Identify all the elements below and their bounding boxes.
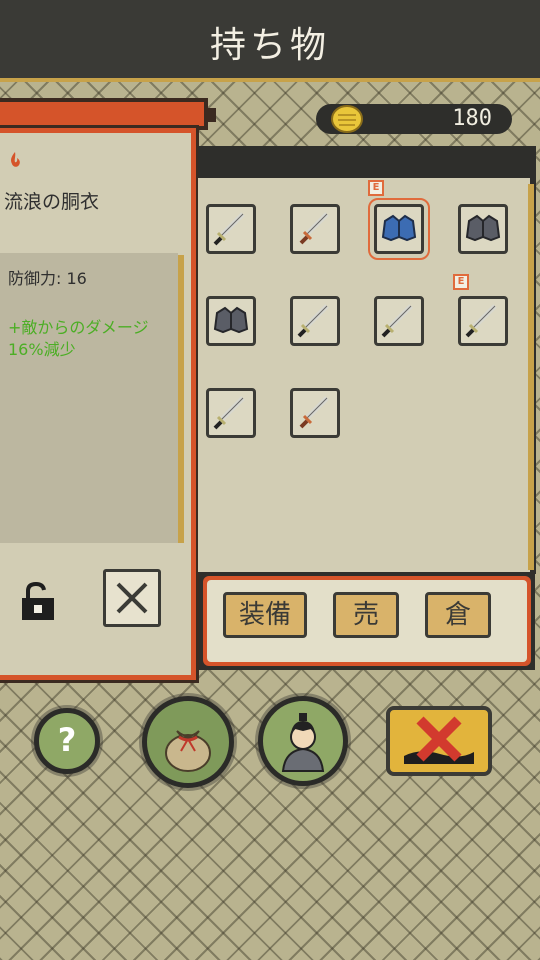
inventory-slot[interactable] xyxy=(206,204,256,254)
gray-robe-icon xyxy=(465,214,501,242)
flame-icon xyxy=(11,152,20,167)
equipped-badge: E xyxy=(453,274,469,290)
inventory-slot[interactable] xyxy=(458,204,508,254)
gold-amount: 180 xyxy=(452,106,492,131)
equipped-badge: E xyxy=(368,180,384,196)
detail-panel-tab xyxy=(0,98,216,130)
inventory-grid: E E xyxy=(198,178,534,572)
gray-robe-icon xyxy=(213,306,249,334)
item-stats-box: 防御力: 16 +敵からのダメージ16%減少 xyxy=(0,253,184,543)
sword-icon xyxy=(381,304,413,338)
inventory-slot[interactable] xyxy=(290,296,340,346)
inventory-scrollbar[interactable] xyxy=(528,184,534,570)
blue-robe-icon xyxy=(381,214,417,242)
action-bar: 装備 売 倉 xyxy=(199,572,535,670)
sword-icon xyxy=(465,304,497,338)
inventory-bag-button[interactable] xyxy=(142,696,234,788)
bag-icon xyxy=(165,730,211,772)
inventory-slot[interactable] xyxy=(206,296,256,346)
inventory-slot[interactable] xyxy=(458,296,508,346)
sword-icon xyxy=(213,396,245,430)
inventory-slot[interactable] xyxy=(206,388,256,438)
inventory-slot[interactable] xyxy=(374,296,424,346)
character-portrait-icon xyxy=(281,713,325,772)
page-title: 持ち物 xyxy=(209,25,330,66)
stat-defense: 防御力: 16 xyxy=(8,269,87,288)
item-detail-panel: 流浪の胴衣 防御力: 16 +敵からのダメージ16%減少 xyxy=(0,128,196,680)
sword-icon xyxy=(213,212,245,246)
close-x-icon xyxy=(404,716,474,764)
inventory-slot[interactable] xyxy=(290,388,340,438)
dagger-red-hilt-icon xyxy=(299,396,329,429)
inventory-slot-selected[interactable] xyxy=(368,198,430,260)
storage-button[interactable]: 倉 xyxy=(425,592,491,638)
close-detail-button[interactable] xyxy=(103,569,161,627)
stat-bonus: +敵からのダメージ16%減少 xyxy=(8,318,149,359)
dagger-red-hilt-icon xyxy=(299,212,329,245)
equip-button[interactable]: 装備 xyxy=(223,592,307,638)
unlock-icon[interactable] xyxy=(20,581,56,621)
sword-icon xyxy=(297,304,329,338)
header-bar: 持ち物 xyxy=(0,0,540,82)
stats-scrollbar[interactable] xyxy=(178,255,184,543)
character-button[interactable] xyxy=(258,696,348,786)
inventory-panel: E E xyxy=(198,146,536,574)
close-inventory-button[interactable] xyxy=(386,706,492,776)
help-button[interactable]: ? xyxy=(34,708,100,774)
help-label: ? xyxy=(57,721,77,759)
sell-button[interactable]: 売 xyxy=(333,592,399,638)
close-icon xyxy=(116,582,148,614)
currency-bar: 180 xyxy=(316,104,512,134)
gold-coin-icon xyxy=(331,105,363,133)
item-name: 流浪の胴衣 xyxy=(4,191,100,213)
inventory-slot[interactable] xyxy=(290,204,340,254)
